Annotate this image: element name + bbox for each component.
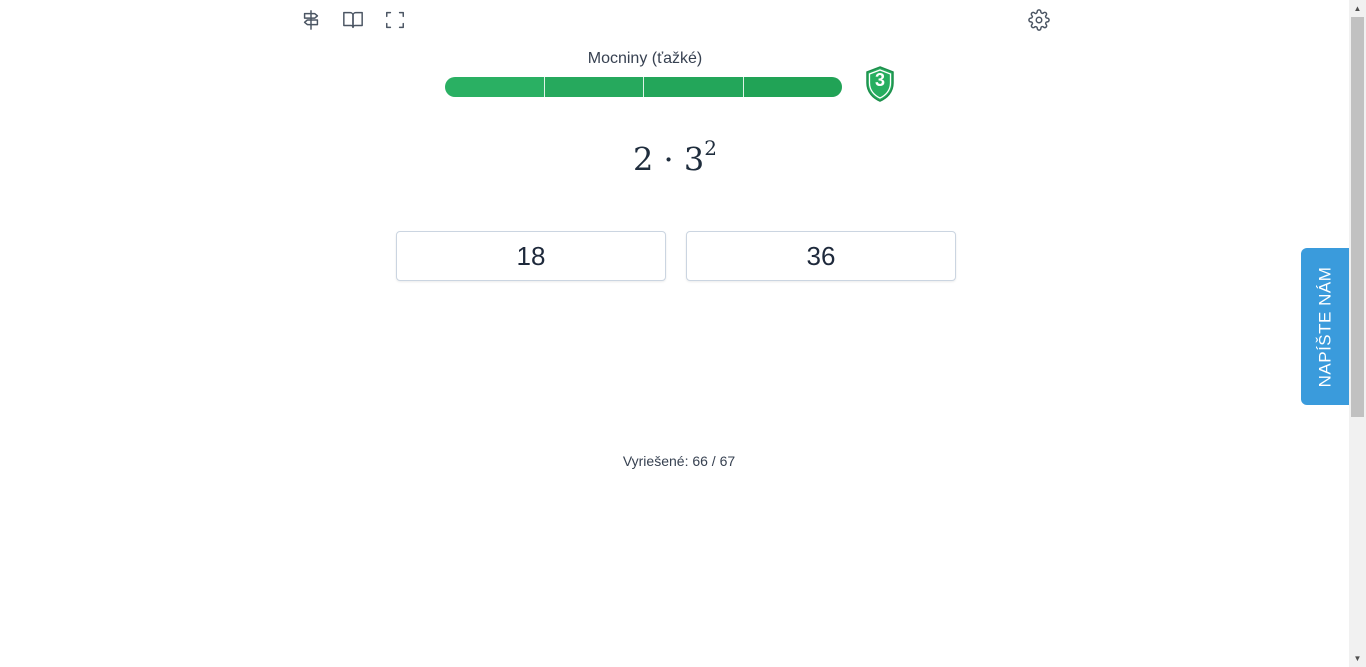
- scroll-down-arrow-icon[interactable]: ▼: [1349, 650, 1366, 667]
- signpost-icon[interactable]: [299, 8, 323, 32]
- progress-segment: [743, 77, 842, 97]
- progress-segment: [644, 77, 744, 97]
- page-scrollbar[interactable]: ▲ ▼: [1349, 0, 1366, 667]
- page: Mocniny (ťažké) 3 2 · 32 18 36 Vyriešené…: [0, 0, 1366, 667]
- progress-segment: [445, 77, 545, 97]
- feedback-tab-button[interactable]: NAPÍŠTE NÁM: [1301, 248, 1349, 405]
- progress-bar: [445, 77, 842, 97]
- problem-expression: 2 · 32: [560, 136, 790, 179]
- fullscreen-icon[interactable]: [383, 8, 407, 32]
- problem-base: 2 · 3: [633, 140, 705, 179]
- solved-counter: Vyriešené: 66 / 67: [622, 453, 736, 469]
- answer-option-2[interactable]: 36: [686, 231, 956, 281]
- progress-segment: [544, 77, 644, 97]
- feedback-tab-label: NAPÍŠTE NÁM: [1315, 266, 1334, 387]
- scroll-up-arrow-icon[interactable]: ▲: [1349, 0, 1366, 17]
- level-title: Mocniny (ťažké): [587, 50, 703, 67]
- problem-exponent: 2: [704, 136, 717, 160]
- level-badge-number: 3: [874, 70, 885, 90]
- answer-option-1[interactable]: 18: [396, 231, 666, 281]
- book-icon[interactable]: [341, 8, 365, 32]
- scrollbar-thumb[interactable]: [1351, 17, 1364, 417]
- gear-icon[interactable]: [1027, 8, 1051, 32]
